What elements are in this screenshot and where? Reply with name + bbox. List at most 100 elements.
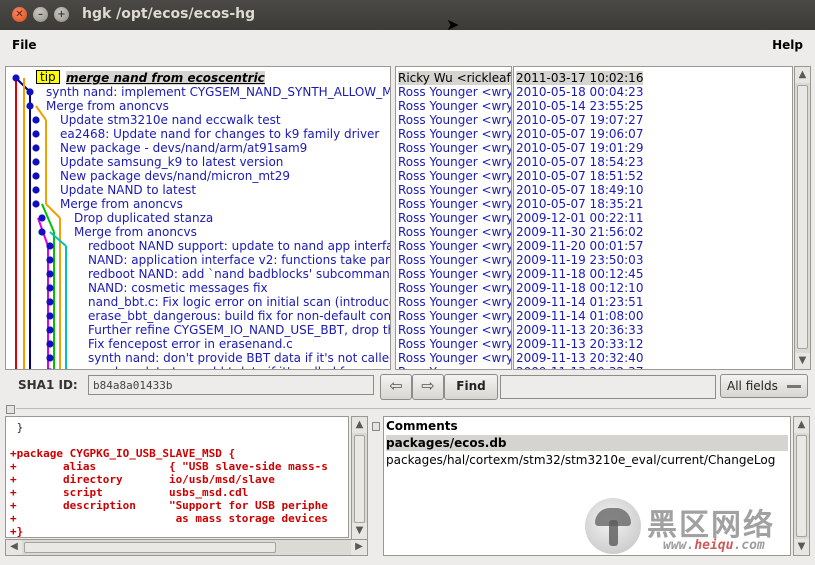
scrollbar-thumb[interactable] bbox=[797, 85, 808, 349]
author-row[interactable]: Ross Younger <wry bbox=[398, 113, 511, 127]
author-row[interactable]: Ross Younger <wry bbox=[398, 309, 511, 323]
commit-row[interactable]: redboot NAND: add `nand badblocks' subco… bbox=[88, 267, 390, 281]
file-list-header[interactable]: Comments bbox=[386, 418, 788, 434]
commit-row[interactable]: Update stm3210e nand eccwalk test bbox=[60, 113, 281, 127]
commit-row[interactable]: NAND: cosmetic messages fix bbox=[88, 281, 268, 295]
commit-row[interactable]: New package devs/nand/micron_mt29 bbox=[60, 169, 290, 183]
date-row[interactable]: 2010-05-07 19:06:07 bbox=[516, 127, 643, 141]
scroll-right-icon[interactable]: ▶ bbox=[351, 540, 367, 555]
splitter-handle[interactable] bbox=[372, 422, 380, 431]
graph-node[interactable] bbox=[32, 172, 40, 180]
history-scrollbar[interactable]: ▲ ▼ bbox=[794, 66, 811, 370]
date-row[interactable]: 2009-11-13 20:33:12 bbox=[516, 337, 643, 351]
commit-row[interactable]: Further refine CYGSEM_IO_NAND_USE_BBT, d… bbox=[88, 323, 390, 337]
diff-hscrollbar[interactable]: ◀ ▶ bbox=[5, 539, 368, 556]
commit-row[interactable]: redboot NAND support: update to nand app… bbox=[88, 239, 390, 253]
author-row[interactable]: Ross Younger <wry bbox=[398, 337, 511, 351]
graph-node[interactable] bbox=[46, 340, 54, 348]
scroll-up-icon[interactable]: ▲ bbox=[795, 67, 810, 83]
pane-splitter[interactable] bbox=[0, 402, 815, 414]
author-row[interactable]: Ross Younger <wry bbox=[398, 323, 511, 337]
date-row[interactable]: 2009-11-20 00:01:57 bbox=[516, 239, 643, 253]
graph-node[interactable] bbox=[32, 186, 40, 194]
commit-row[interactable]: NAND: application interface v2: function… bbox=[88, 253, 390, 267]
maximize-window-button[interactable]: + bbox=[54, 7, 69, 22]
commit-row[interactable]: Fix fencepost error in erasenand.c bbox=[88, 337, 293, 351]
graph-node[interactable] bbox=[46, 312, 54, 320]
author-row[interactable]: Ross Younger <wry bbox=[398, 127, 511, 141]
date-row[interactable]: 2010-05-07 18:49:10 bbox=[516, 183, 643, 197]
commit-row[interactable]: Merge from anoncvs bbox=[74, 225, 197, 239]
menu-help[interactable]: Help bbox=[772, 38, 803, 52]
date-row[interactable]: 2010-05-07 19:07:27 bbox=[516, 113, 643, 127]
commit-list[interactable]: tip merge nand from ecoscentric synth nand… bbox=[5, 66, 391, 370]
commit-row[interactable]: nand_bbt.c: Fix logic error on initial s… bbox=[88, 295, 390, 309]
diff-vscrollbar[interactable]: ▲ ▼ bbox=[351, 416, 368, 540]
author-row[interactable]: Ross Younger <wry bbox=[398, 155, 511, 169]
commit-row[interactable]: synth nand: implement CYGSEM_NAND_SYNTH_… bbox=[46, 85, 390, 99]
date-row[interactable]: 2009-11-18 00:12:45 bbox=[516, 267, 643, 281]
author-row[interactable]: Ross Younger <wry bbox=[398, 281, 511, 295]
graph-node[interactable] bbox=[46, 284, 54, 292]
commit-row[interactable]: New package - devs/nand/arm/at91sam9 bbox=[60, 141, 307, 155]
author-row[interactable]: Ross Younger <wry bbox=[398, 267, 511, 281]
scroll-up-icon[interactable]: ▲ bbox=[352, 417, 367, 433]
commit-row[interactable]: erase_bbt_dangerous: build fix for non-d… bbox=[88, 309, 390, 323]
date-row[interactable]: 2010-05-07 18:54:23 bbox=[516, 155, 643, 169]
diff-view[interactable]: } +package CYGPKG_IO_USB_SLAVE_MSD {+ ali… bbox=[5, 416, 349, 538]
scroll-left-icon[interactable]: ◀ bbox=[6, 540, 22, 555]
commit-row[interactable]: merge nand from ecoscentric bbox=[66, 71, 265, 85]
author-row[interactable]: Ricky Wu <rickleaf.wu bbox=[398, 71, 511, 85]
date-row[interactable]: 2009-11-30 21:56:02 bbox=[516, 225, 643, 239]
commit-row[interactable]: nand: update to use bbt data if it's cal… bbox=[88, 365, 356, 369]
commit-row[interactable]: synth nand: don't provide BBT data if it… bbox=[88, 351, 390, 365]
author-row[interactable]: Ross Younger <wry bbox=[398, 365, 511, 369]
commit-row[interactable]: Update NAND to latest bbox=[60, 183, 196, 197]
file-item[interactable]: packages/hal/cortexm/stm32/stm3210e_eval… bbox=[386, 452, 788, 468]
commit-row[interactable]: ea2468: Update nand for changes to k9 fa… bbox=[60, 127, 379, 141]
scroll-down-icon[interactable]: ▼ bbox=[795, 353, 810, 369]
author-row[interactable]: Ross Younger <wry bbox=[398, 239, 511, 253]
graph-node[interactable] bbox=[12, 74, 20, 82]
date-row[interactable]: 2011-03-17 10:02:16 bbox=[516, 71, 644, 85]
graph-node[interactable] bbox=[46, 326, 54, 334]
scroll-up-icon[interactable]: ▲ bbox=[794, 417, 809, 433]
scrollbar-thumb[interactable] bbox=[24, 542, 276, 553]
find-input[interactable] bbox=[500, 375, 716, 399]
author-row[interactable]: Ross Younger <wry bbox=[398, 141, 511, 155]
date-row[interactable]: 2010-05-07 18:35:21 bbox=[516, 197, 643, 211]
author-row[interactable]: Ross Younger <wry bbox=[398, 85, 511, 99]
file-item[interactable]: packages/ecos.db bbox=[386, 435, 788, 451]
minimize-window-button[interactable]: – bbox=[33, 7, 48, 22]
author-row[interactable]: Ross Younger <wry bbox=[398, 197, 511, 211]
search-field-select[interactable]: All fields bbox=[720, 374, 808, 398]
back-button[interactable]: ⇦ bbox=[380, 374, 412, 400]
graph-node[interactable] bbox=[32, 144, 40, 152]
date-list[interactable]: 2011-03-17 10:02:16 2010-05-18 00:04:23 20… bbox=[513, 66, 793, 370]
commit-row[interactable]: Update samsung_k9 to latest version bbox=[60, 155, 283, 169]
close-window-button[interactable]: ✕ bbox=[12, 7, 27, 22]
date-row[interactable]: 2010-05-07 18:51:52 bbox=[516, 169, 643, 183]
author-row[interactable]: Ross Younger <wry bbox=[398, 253, 511, 267]
commit-row[interactable]: Merge from anoncvs bbox=[60, 197, 183, 211]
menu-file[interactable]: File bbox=[12, 38, 37, 52]
graph-node[interactable] bbox=[38, 228, 46, 236]
author-row[interactable]: Ross Younger <wry bbox=[398, 351, 511, 365]
forward-button[interactable]: ⇨ bbox=[412, 374, 444, 400]
graph-node[interactable] bbox=[46, 354, 54, 362]
author-list[interactable]: Ricky Wu <rickleaf.wuRoss Younger <wryRo… bbox=[395, 66, 512, 370]
graph-node[interactable] bbox=[46, 298, 54, 306]
commit-row[interactable]: Drop duplicated stanza bbox=[74, 211, 213, 225]
scrollbar-thumb[interactable] bbox=[354, 435, 365, 523]
graph-node[interactable] bbox=[32, 116, 40, 124]
date-row[interactable]: 2009-11-18 00:12:10 bbox=[516, 281, 643, 295]
author-row[interactable]: Ross Younger <wry bbox=[398, 169, 511, 183]
commit-row[interactable]: Merge from anoncvs bbox=[46, 99, 169, 113]
date-row[interactable]: 2009-11-13 20:36:33 bbox=[516, 323, 643, 337]
graph-node[interactable] bbox=[38, 214, 46, 222]
graph-node[interactable] bbox=[32, 130, 40, 138]
date-row[interactable]: 2010-05-07 19:01:29 bbox=[516, 141, 643, 155]
date-row[interactable]: 2009-11-13 20:32:40 bbox=[516, 351, 643, 365]
graph-node[interactable] bbox=[26, 88, 34, 96]
date-row[interactable]: 2009-12-01 00:22:11 bbox=[516, 211, 643, 225]
